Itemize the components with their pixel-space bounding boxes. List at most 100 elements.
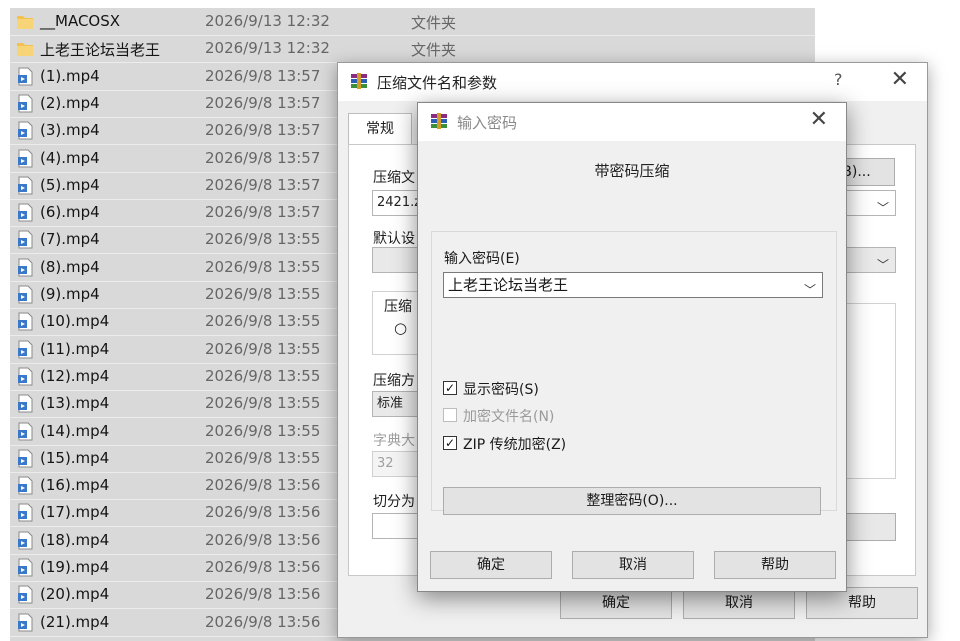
file-name: (6).mp4: [40, 203, 100, 222]
method-label: 压缩方: [373, 373, 415, 389]
file-date: 2026/9/8 13:55: [205, 230, 321, 249]
file-date: 2026/9/8 13:57: [205, 175, 321, 194]
help-icon[interactable]: ?: [834, 70, 843, 89]
file-date: 2026/9/8 13:55: [205, 448, 321, 467]
video-file-icon: [18, 258, 33, 277]
file-date: 2026/9/8 13:55: [205, 312, 321, 331]
file-date: 2026/9/8 13:55: [205, 366, 321, 385]
chevron-down-icon: ﹀: [876, 258, 889, 272]
file-date: 2026/9/13 12:32: [205, 12, 330, 30]
password-label: 输入密码(E): [444, 251, 520, 267]
format-group-label: 压缩: [384, 299, 412, 315]
file-date: 2026/9/8 13:57: [205, 203, 321, 222]
file-name: (10).mp4: [40, 312, 110, 331]
file-name: (15).mp4: [40, 448, 110, 467]
file-name: (13).mp4: [40, 394, 110, 413]
file-type: 文件夹: [411, 14, 457, 32]
file-name: (18).mp4: [40, 530, 110, 549]
show-password-checkbox[interactable]: ✓ 显示密码(S): [443, 379, 743, 399]
file-name: (12).mp4: [40, 366, 110, 385]
file-date: 2026/9/8 13:56: [205, 558, 321, 576]
password-dialog: 输入密码 ✕ 带密码压缩 输入密码(E) 上老王论坛当老王 ﹀ ✓ 显示密码(S…: [417, 102, 847, 592]
help-button[interactable]: 帮助: [714, 551, 836, 579]
archive-name-label: 压缩文: [373, 170, 415, 186]
winrar-icon: [431, 113, 447, 129]
cancel-button[interactable]: 取消: [572, 551, 694, 579]
video-file-icon: [18, 394, 33, 413]
split-input[interactable]: [372, 513, 418, 539]
file-name: (20).mp4: [40, 585, 110, 604]
file-date: 2026/9/8 13:56: [205, 585, 321, 604]
checkbox-box: [443, 408, 457, 422]
video-file-icon: [18, 422, 33, 440]
dict-label: 字典大: [373, 433, 415, 449]
video-file-icon: [18, 340, 33, 359]
dict-value: 32: [377, 456, 394, 471]
zip-legacy-label: ZIP 传统加密(Z): [463, 437, 567, 453]
checkbox-box: ✓: [443, 381, 457, 395]
video-file-icon: [18, 203, 33, 222]
format-radio[interactable]: ○: [394, 319, 407, 337]
video-file-icon: [18, 558, 33, 577]
dialog-title: 压缩文件名和参数: [377, 74, 498, 92]
video-file-icon: [18, 176, 33, 195]
encrypt-names-checkbox[interactable]: 加密文件名(N): [443, 406, 743, 426]
file-name: (9).mp4: [40, 285, 100, 303]
close-icon[interactable]: ✕: [891, 67, 909, 92]
file-name: (4).mp4: [40, 148, 100, 167]
file-name: (7).mp4: [40, 230, 100, 249]
file-row[interactable]: 上老王论坛当老王 2026/9/13 12:32 文件夹: [10, 35, 815, 64]
title-bar[interactable]: 压缩文件名和参数 ? ✕: [338, 63, 927, 101]
file-name: (3).mp4: [40, 121, 100, 140]
file-date: 2026/9/8 13:55: [205, 257, 321, 276]
file-name: (17).mp4: [40, 503, 110, 522]
file-date: 2026/9/8 13:56: [205, 530, 321, 549]
file-name: (5).mp4: [40, 175, 100, 194]
file-date: 2026/9/8 13:56: [205, 612, 321, 631]
file-date: 2026/9/8 13:55: [205, 421, 321, 440]
file-name: (8).mp4: [40, 257, 100, 276]
dialog-heading: 带密码压缩: [594, 162, 670, 180]
file-name: __MACOSX: [40, 12, 121, 30]
title-bar[interactable]: 输入密码 ✕: [418, 103, 846, 141]
file-date: 2026/9/8 13:56: [205, 476, 321, 495]
dict-select[interactable]: 32: [372, 451, 418, 477]
file-date: 2026/9/8 13:57: [205, 121, 321, 140]
file-date: 2026/9/8 13:57: [205, 66, 321, 85]
video-file-icon: [18, 585, 33, 604]
file-name: (21).mp4: [40, 612, 110, 631]
video-file-icon: [18, 613, 33, 632]
video-file-icon: [18, 449, 33, 468]
ok-button[interactable]: 确定: [430, 551, 552, 579]
file-date: 2026/9/8 13:57: [205, 93, 321, 112]
file-type: 文件夹: [411, 41, 457, 60]
video-file-icon: [18, 67, 33, 86]
chevron-down-icon: ﹀: [876, 201, 889, 215]
password-value: 上老王论坛当老王: [448, 276, 569, 294]
show-password-label: 显示密码(S): [463, 382, 539, 398]
file-date: 2026/9/8 13:55: [205, 285, 321, 303]
organize-passwords-button[interactable]: 整理密码(O)...: [443, 487, 821, 515]
encrypt-names-label: 加密文件名(N): [463, 409, 555, 425]
file-date: 2026/9/8 13:55: [205, 339, 321, 358]
video-file-icon: [18, 367, 33, 386]
file-name: (2).mp4: [40, 93, 100, 112]
file-name: (11).mp4: [40, 339, 110, 358]
file-row[interactable]: __MACOSX 2026/9/13 12:32 文件夹: [10, 8, 815, 36]
video-file-icon: [18, 149, 33, 167]
file-name: 上老王论坛当老王: [40, 41, 161, 60]
method-value: 标准: [377, 396, 404, 411]
chevron-down-icon: ﹀: [803, 283, 816, 297]
video-file-icon: [18, 531, 33, 550]
zip-legacy-checkbox[interactable]: ✓ ZIP 传统加密(Z): [443, 434, 743, 454]
dialog-title: 输入密码: [457, 114, 518, 132]
method-select[interactable]: 标准: [372, 391, 418, 417]
video-file-icon: [18, 230, 33, 249]
folder-icon: [17, 43, 33, 57]
video-file-icon: [18, 476, 33, 495]
password-input[interactable]: 上老王论坛当老王 ﹀: [443, 272, 823, 298]
close-icon[interactable]: ✕: [810, 107, 828, 132]
default-profile-label: 默认设: [373, 231, 415, 247]
tab-general[interactable]: 常规: [348, 113, 412, 144]
archive-name-value: 2421.z: [377, 195, 422, 210]
